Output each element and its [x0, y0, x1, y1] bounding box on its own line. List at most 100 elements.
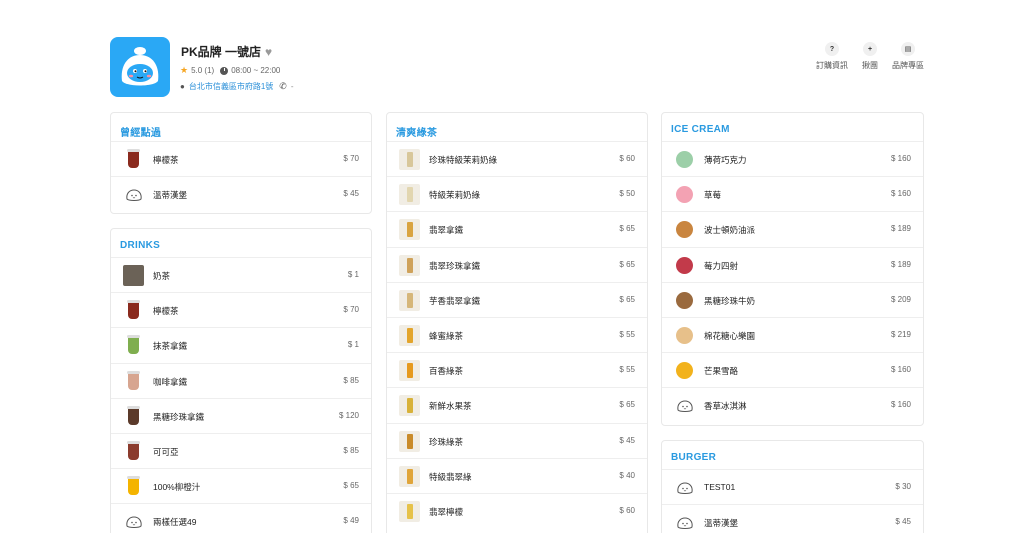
menu-item[interactable]: 黑糖珍珠拿鐵 $ 120	[111, 397, 371, 433]
section-title: BURGER	[671, 452, 717, 463]
menu-item[interactable]: 溫蒂漢堡 $ 45	[111, 176, 371, 211]
menu-item[interactable]: 芋香翡翠拿鐵 $ 65	[387, 281, 647, 317]
item-name: 芒果雪酪	[704, 366, 739, 377]
item-image	[676, 256, 693, 274]
section-burger: BURGER TEST01 $ 30 溫蒂漢堡 $ 45	[661, 440, 924, 533]
menu-item[interactable]: 特級茉莉奶綠 $ 50	[387, 176, 647, 211]
item-name: 可可亞	[153, 446, 179, 457]
item-thumbnail	[399, 360, 420, 382]
menu-item[interactable]: 翡翠拿鐵 $ 65	[387, 211, 647, 246]
item-price: $ 40	[619, 470, 635, 480]
menu-item[interactable]: 特級翡翠綠 $ 40	[387, 457, 647, 493]
menu-item[interactable]: 香草冰淇淋 $ 160	[662, 387, 923, 422]
store-header: PK品牌 一號店 ♥ ★ 5.0 (1) 08:00 ~ 22:00 ● 台北市信…	[110, 37, 924, 97]
info-icon: ?	[825, 42, 839, 56]
mascot-placeholder-icon	[674, 512, 695, 533]
mascot-placeholder-icon	[123, 184, 144, 205]
item-image	[399, 219, 420, 241]
store-icon: ▤	[901, 42, 915, 56]
item-price: $ 60	[619, 154, 635, 163]
item-name: 抹茶拿鐵	[153, 341, 188, 352]
item-name: 溫蒂漢堡	[704, 518, 739, 529]
menu-item[interactable]: 100%柳橙汁 $ 65	[111, 468, 371, 503]
item-image	[676, 362, 693, 380]
item-image	[123, 265, 144, 286]
item-image	[399, 149, 420, 170]
item-price: $ 65	[619, 224, 635, 234]
item-image	[399, 465, 420, 487]
menu-item[interactable]: 檸檬茶 $ 70	[111, 292, 371, 327]
item-price: $ 160	[890, 400, 911, 410]
menu-item[interactable]: 翡翠檸檬 $ 60	[387, 492, 647, 528]
item-image	[399, 500, 420, 522]
item-price: $ 160	[890, 365, 911, 375]
item-image	[127, 149, 140, 168]
menu-item[interactable]: 珍珠綠茶 $ 45	[387, 422, 647, 458]
mascot-placeholder-icon	[674, 477, 695, 498]
item-name: 特級茉莉奶綠	[429, 190, 481, 201]
section-title: 曾經點過	[120, 128, 162, 139]
item-price: $ 85	[343, 445, 359, 455]
store-hours: 08:00 ~ 22:00	[231, 66, 281, 75]
menu-item[interactable]: 可可亞 $ 85	[111, 432, 371, 468]
menu-item[interactable]: 蜂蜜綠茶 $ 55	[387, 316, 647, 352]
item-image	[676, 326, 693, 344]
item-thumbnail	[399, 465, 420, 487]
item-price: $ 55	[619, 365, 635, 375]
item-price: $ 70	[343, 154, 359, 163]
item-image	[127, 476, 140, 496]
item-name: 100%柳橙汁	[153, 482, 201, 493]
section-ice-cream: ICE CREAM 薄荷巧克力 $ 160 草莓 $ 160 波士頓奶油派 $ 189 莓力四…	[661, 112, 924, 426]
group-order-label: 揪團	[862, 61, 878, 70]
menu-item[interactable]: 珍珠特級茉莉奶綠 $ 60	[387, 141, 647, 176]
item-image	[127, 440, 140, 460]
item-price: $ 120	[338, 410, 359, 420]
item-thumbnail	[674, 219, 695, 240]
item-image	[399, 395, 420, 417]
item-name: 香草冰淇淋	[704, 401, 747, 412]
group-order-button[interactable]: + 揪團	[862, 42, 878, 71]
favorite-heart-icon[interactable]: ♥	[265, 45, 272, 59]
menu-item[interactable]: 奶茶 $ 1	[111, 257, 371, 292]
item-name: 檸檬茶	[153, 155, 179, 165]
menu-item[interactable]: 咖啡拿鐵 $ 85	[111, 362, 371, 398]
menu-item[interactable]: 芒果雪酪 $ 160	[662, 352, 923, 387]
item-name: 溫蒂漢堡	[153, 190, 188, 201]
menu-list: 奶茶 $ 1 檸檬茶 $ 70 抹茶拿鐵 $ 1 咖啡拿鐵 $ 85 黑糖珍珠拿鐵 $ 120 可可…	[111, 257, 371, 533]
menu-list: TEST01 $ 30 溫蒂漢堡 $ 45	[662, 469, 923, 533]
menu-item[interactable]: 檸檬茶 $ 70	[111, 141, 371, 176]
menu-item[interactable]: 草莓 $ 160	[662, 176, 923, 211]
menu-item[interactable]: 翡翠珍珠拿鐵 $ 65	[387, 246, 647, 282]
phone-icon: ✆	[279, 81, 287, 91]
store-address[interactable]: 台北市信義區市府路1號	[189, 81, 273, 92]
item-price: $ 1	[347, 340, 359, 350]
order-info-button[interactable]: ? 訂購資訊	[816, 42, 848, 71]
item-price: $ 85	[343, 375, 359, 385]
menu-item[interactable]: 莓力四射 $ 189	[662, 246, 923, 282]
section-history: 曾經點過檸檬茶 $ 70 溫蒂漢堡 $ 45	[110, 112, 372, 214]
item-image	[676, 291, 693, 309]
menu-item[interactable]: 溫蒂漢堡 $ 45	[662, 504, 923, 533]
menu-item[interactable]: 棉花糖心樂園 $ 219	[662, 316, 923, 352]
menu-item[interactable]: 薄荷巧克力 $ 160	[662, 141, 923, 176]
item-name: 翡翠珍珠拿鐵	[429, 260, 481, 271]
brand-zone-button[interactable]: ▤ 品牌專區	[892, 42, 924, 71]
item-name: 波士頓奶油派	[704, 225, 756, 236]
menu-item[interactable]: 百香綠茶 $ 55	[387, 352, 647, 387]
menu-item[interactable]: 兩樣任選49 $ 49	[111, 503, 371, 533]
item-name: 咖啡拿鐵	[153, 376, 188, 387]
item-image	[399, 289, 420, 311]
item-thumbnail	[399, 149, 420, 170]
menu-item[interactable]: 黑糖珍珠牛奶 $ 209	[662, 281, 923, 317]
menu-item[interactable]: 新鮮水果茶 $ 65	[387, 387, 647, 422]
store-rating[interactable]: 5.0 (1)	[191, 66, 214, 75]
item-name: 莓力四射	[704, 260, 739, 271]
section-title: DRINKS	[120, 240, 161, 251]
menu-item[interactable]: 抹茶拿鐵 $ 1	[111, 327, 371, 362]
menu-item[interactable]: 波士頓奶油派 $ 189	[662, 211, 923, 246]
item-price: $ 65	[619, 294, 635, 304]
menu-item[interactable]: TEST01 $ 30	[662, 469, 923, 504]
item-image	[127, 300, 140, 320]
store-logo	[110, 37, 170, 97]
item-thumbnail	[123, 370, 144, 392]
